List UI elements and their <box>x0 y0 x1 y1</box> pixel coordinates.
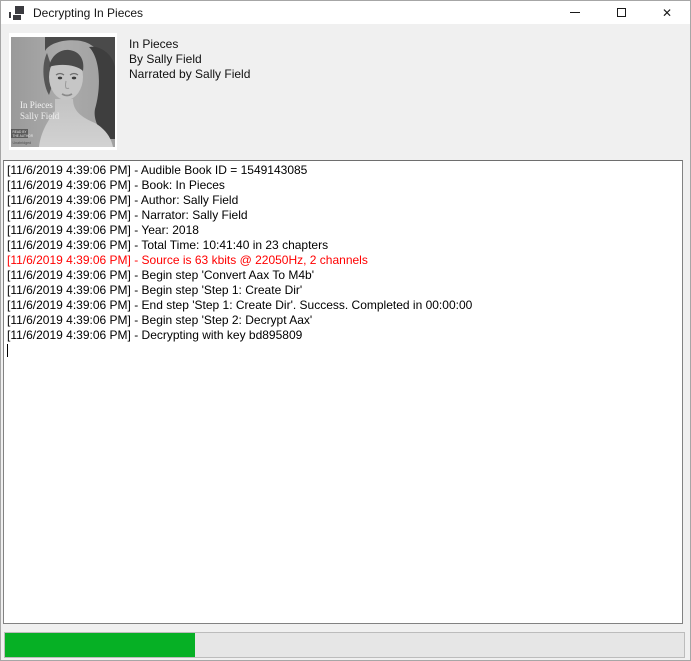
book-narrator: Narrated by Sally Field <box>129 67 250 82</box>
log-line: [11/6/2019 4:39:06 PM] - Decrypting with… <box>7 328 679 343</box>
log-line: [11/6/2019 4:39:06 PM] - End step 'Step … <box>7 298 679 313</box>
log-line: [11/6/2019 4:39:06 PM] - Source is 63 kb… <box>7 253 679 268</box>
log-line: [11/6/2019 4:39:06 PM] - Narrator: Sally… <box>7 208 679 223</box>
log-line: [11/6/2019 4:39:06 PM] - Audible Book ID… <box>7 163 679 178</box>
log-line: [11/6/2019 4:39:06 PM] - Begin step 'Con… <box>7 268 679 283</box>
maximize-button[interactable] <box>598 1 644 24</box>
log-line: [11/6/2019 4:39:06 PM] - Total Time: 10:… <box>7 238 679 253</box>
app-window: Decrypting In Pieces ✕ <box>0 0 691 661</box>
book-author: By Sally Field <box>129 52 250 67</box>
titlebar[interactable]: Decrypting In Pieces ✕ <box>1 1 690 24</box>
cover-author-text: Sally Field <box>20 111 60 121</box>
log-line: [11/6/2019 4:39:06 PM] - Year: 2018 <box>7 223 679 238</box>
cover-unabridged-text: Unabridged <box>13 141 32 145</box>
cover-title-text: In Pieces <box>20 100 53 110</box>
progress-fill <box>5 633 195 657</box>
close-button[interactable]: ✕ <box>644 1 690 24</box>
log-line: [11/6/2019 4:39:06 PM] - Begin step 'Ste… <box>7 313 679 328</box>
window-controls: ✕ <box>552 1 690 24</box>
text-caret <box>7 343 679 358</box>
book-title: In Pieces <box>129 37 250 52</box>
log-textbox[interactable]: [11/6/2019 4:39:06 PM] - Audible Book ID… <box>3 160 683 624</box>
progress-bar <box>4 632 685 658</box>
book-info: In Pieces By Sally Field Narrated by Sal… <box>129 37 250 82</box>
log-line: [11/6/2019 4:39:06 PM] - Begin step 'Ste… <box>7 283 679 298</box>
close-icon: ✕ <box>662 7 672 19</box>
book-cover-image: In Pieces Sally Field READ BY THE AUTHOR… <box>11 37 115 147</box>
book-cover: In Pieces Sally Field READ BY THE AUTHOR… <box>9 33 117 150</box>
log-line: [11/6/2019 4:39:06 PM] - Book: In Pieces <box>7 178 679 193</box>
window-title: Decrypting In Pieces <box>33 6 143 20</box>
app-icon <box>9 5 25 21</box>
cover-readby-line2: THE AUTHOR <box>13 134 34 138</box>
minimize-icon <box>570 12 580 13</box>
minimize-button[interactable] <box>552 1 598 24</box>
log-line: [11/6/2019 4:39:06 PM] - Author: Sally F… <box>7 193 679 208</box>
maximize-icon <box>617 8 626 17</box>
